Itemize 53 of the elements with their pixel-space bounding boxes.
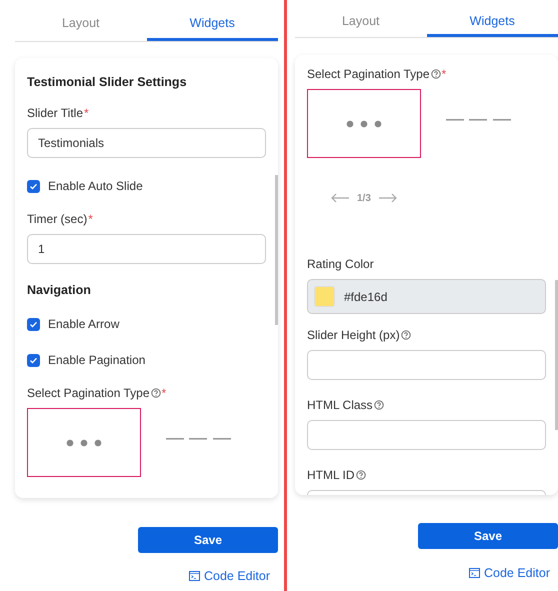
required-mark: * xyxy=(442,66,446,83)
tab[interactable]: Layout xyxy=(295,8,426,37)
help-icon xyxy=(374,400,384,410)
dashes-icon xyxy=(446,118,510,120)
checkbox[interactable] xyxy=(27,354,40,366)
field-label: Select Pagination Type xyxy=(307,66,430,83)
required-mark: * xyxy=(88,211,93,228)
dots-icon xyxy=(66,438,102,446)
save-button[interactable]: Save xyxy=(138,527,278,553)
code-editor-link[interactable]: Code Editor xyxy=(468,564,550,583)
left-arrow-icon[interactable] xyxy=(331,193,350,203)
checkbox-label: Enable Auto Slide xyxy=(48,178,143,195)
dots-icon xyxy=(346,120,382,128)
terminal-icon xyxy=(188,571,200,582)
field-label: Timer (sec) xyxy=(27,211,88,228)
text-input[interactable] xyxy=(307,350,546,380)
checkmark-icon xyxy=(29,320,38,328)
checkmark-icon xyxy=(29,356,38,364)
dots-option[interactable] xyxy=(307,89,421,158)
code-editor-link[interactable]: Code Editor xyxy=(188,567,270,586)
color-value: #fde16d xyxy=(344,288,388,306)
help-icon xyxy=(430,69,441,79)
dashes-icon xyxy=(166,438,230,440)
dots-option[interactable] xyxy=(27,408,141,477)
field-label: HTML ID xyxy=(307,467,355,484)
save-button[interactable]: Save xyxy=(418,523,558,549)
checkbox[interactable] xyxy=(27,318,40,330)
section-heading: Testimonial Slider Settings xyxy=(27,74,187,91)
field-label: Rating Color xyxy=(307,256,374,273)
text-input[interactable]: Testimonials xyxy=(27,128,266,158)
checkbox-label: Enable Arrow xyxy=(48,316,120,333)
checkmark-icon xyxy=(29,182,38,190)
tab[interactable]: Widgets xyxy=(426,8,558,37)
help-icon xyxy=(356,470,366,480)
color-field[interactable]: #fde16d xyxy=(307,279,546,314)
field-label: HTML Class xyxy=(307,397,373,414)
checkbox-label: Enable Pagination xyxy=(48,352,146,369)
required-mark: * xyxy=(162,385,166,402)
help-icon xyxy=(400,330,411,340)
page-indicator: 1/3 xyxy=(357,192,371,206)
field-label: Slider Height (px) xyxy=(307,327,400,344)
terminal-icon xyxy=(468,568,480,578)
text-input[interactable] xyxy=(307,420,546,450)
text-input[interactable]: 1 xyxy=(27,234,266,264)
required-mark: * xyxy=(84,105,89,122)
section-heading: Navigation xyxy=(27,282,91,299)
checkbox[interactable] xyxy=(27,180,40,192)
help-icon xyxy=(150,388,161,398)
tab[interactable]: Layout xyxy=(15,8,146,41)
right-arrow-icon[interactable] xyxy=(378,193,397,203)
field-label: Slider Title xyxy=(27,105,84,122)
tab[interactable]: Widgets xyxy=(146,8,278,41)
field-label: Select Pagination Type xyxy=(27,385,150,402)
